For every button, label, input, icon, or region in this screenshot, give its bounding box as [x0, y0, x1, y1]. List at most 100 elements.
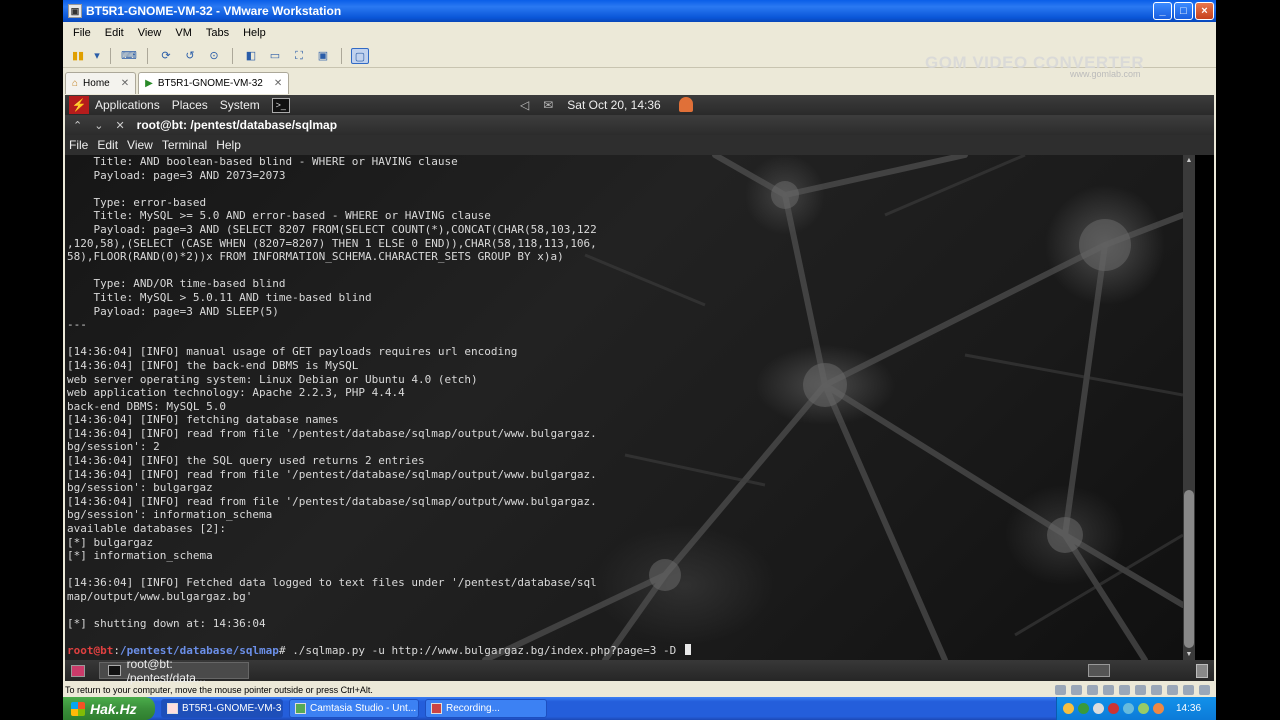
close-icon[interactable]: ✕ [121, 78, 129, 89]
xp-task-recording[interactable]: Recording... [425, 699, 547, 718]
bluetooth-icon[interactable] [1135, 684, 1146, 695]
volume-icon[interactable]: ◁ [520, 98, 529, 112]
prompt-path: /pentest/database/sqlmap [119, 644, 279, 657]
term-menu-terminal[interactable]: Terminal [162, 138, 207, 152]
floppy-icon[interactable] [1087, 684, 1098, 695]
sound-icon[interactable] [1151, 684, 1162, 695]
cdrom-icon[interactable] [1071, 684, 1082, 695]
menu-applications[interactable]: Applications [95, 98, 160, 112]
xp-task-label: Recording... [446, 703, 500, 714]
window-titlebar[interactable]: ▣ BT5R1-GNOME-VM-32 - VMware Workstation… [63, 0, 1216, 22]
printer-icon[interactable] [1167, 684, 1178, 695]
terminal-line: web application technology: Apache 2.2.3… [67, 386, 405, 400]
guest-screen[interactable]: ⚡ Applications Places System >_ ◁ ✉ Sat … [65, 95, 1214, 685]
term-menu-help[interactable]: Help [216, 138, 241, 152]
tray-app-icon[interactable] [1063, 703, 1074, 714]
terminal-launcher-icon[interactable]: >_ [271, 97, 290, 113]
terminal-line: [14:36:04] [INFO] read from file '/pente… [67, 494, 597, 508]
snapshot-manager-icon[interactable]: ⊙ [205, 48, 223, 64]
minimize-button[interactable]: _ [1153, 2, 1172, 20]
tray-app-icon[interactable] [1138, 703, 1149, 714]
menu-view[interactable]: View [138, 27, 162, 39]
menu-file[interactable]: File [73, 27, 91, 39]
term-menu-view[interactable]: View [127, 138, 153, 152]
clock[interactable]: Sat Oct 20, 14:36 [567, 98, 660, 112]
terminal-output[interactable]: Title: AND boolean-based blind - WHERE o… [65, 155, 1183, 660]
network-icon[interactable] [1103, 684, 1114, 695]
terminal-line: bg/session': 2 [67, 440, 160, 454]
console-view-icon[interactable]: ▢ [351, 47, 369, 64]
harddisk-icon[interactable] [1055, 684, 1066, 695]
start-button[interactable]: Hak.Hz [63, 697, 155, 720]
backtrack-logo-icon[interactable]: ⚡ [69, 96, 89, 114]
revert-snapshot-icon[interactable]: ↺ [181, 48, 199, 64]
menu-edit[interactable]: Edit [105, 27, 124, 39]
maximize-button[interactable]: □ [1174, 2, 1193, 20]
terminal-scrollbar[interactable]: ▲ ▼ [1183, 155, 1195, 660]
text-cursor [684, 644, 691, 655]
recording-icon [431, 703, 442, 714]
messages-icon[interactable] [1199, 684, 1210, 695]
unity-icon[interactable]: ▣ [314, 48, 332, 64]
close-button[interactable]: × [1195, 2, 1214, 20]
snapshot-icon[interactable]: ⟳ [157, 48, 175, 64]
terminal-line: Title: AND boolean-based blind - WHERE o… [67, 155, 458, 168]
menu-system[interactable]: System [220, 98, 260, 112]
xp-task-camtasia[interactable]: Camtasia Studio - Unt... [289, 699, 419, 718]
xp-task-vmware[interactable]: BT5R1-GNOME-VM-3... [161, 699, 283, 718]
menu-help[interactable]: Help [243, 27, 266, 39]
tray-app-icon[interactable] [1153, 703, 1164, 714]
menu-places[interactable]: Places [172, 98, 208, 112]
close-icon[interactable]: ✕ [115, 119, 124, 132]
terminal-line: [14:36:04] [INFO] fetching database name… [67, 413, 339, 427]
terminal-icon [108, 665, 121, 676]
tray-app-icon[interactable] [1123, 703, 1134, 714]
trash-icon[interactable] [1196, 663, 1208, 678]
vmware-window: ▣ BT5R1-GNOME-VM-32 - VMware Workstation… [63, 0, 1216, 697]
chevron-down-icon[interactable]: ▾ [93, 48, 101, 64]
tray-clock[interactable]: 14:36 [1176, 703, 1201, 714]
display-icon[interactable] [1183, 684, 1194, 695]
scroll-down-icon[interactable]: ▼ [1185, 651, 1193, 658]
sidebar-toggle-icon[interactable]: ◧ [242, 48, 260, 64]
command-prompt[interactable]: root@bt:/pentest/database/sqlmap# ./sqlm… [67, 644, 691, 657]
prompt-user: root@bt [67, 644, 114, 657]
scroll-up-icon[interactable]: ▲ [1185, 157, 1193, 164]
close-icon[interactable]: ✕ [274, 78, 282, 89]
send-ctrl-alt-del-icon[interactable]: ⌨ [120, 48, 138, 64]
terminal-line: Payload: page=3 AND SLEEP(5) [67, 304, 279, 318]
chevron-down-icon[interactable]: ⌄ [94, 119, 103, 132]
tray-app-icon[interactable] [1078, 703, 1089, 714]
show-desktop-icon[interactable] [71, 664, 85, 677]
toolbar-separator [147, 47, 148, 64]
chevron-up-icon[interactable]: ⌃ [73, 119, 82, 132]
fullscreen-icon[interactable]: ⛶ [290, 48, 308, 64]
tray-app-icon[interactable] [1093, 703, 1104, 714]
pause-icon[interactable]: ▮▮ [69, 48, 87, 64]
menu-vm[interactable]: VM [175, 27, 192, 39]
term-menu-edit[interactable]: Edit [97, 138, 118, 152]
device-icons [1055, 684, 1210, 695]
usb-icon[interactable] [1119, 684, 1130, 695]
workspace-switcher[interactable] [1088, 664, 1110, 677]
vm-icon: ▶ [145, 78, 153, 89]
scrollbar-thumb[interactable] [1184, 490, 1194, 648]
menu-tabs[interactable]: Tabs [206, 27, 229, 39]
taskbar-terminal-item[interactable]: root@bt: /pentest/data... [99, 657, 249, 685]
vmware-icon [167, 703, 178, 714]
tab-vm[interactable]: ▶ BT5R1-GNOME-VM-32 ✕ [138, 72, 290, 94]
tray-app-icon[interactable] [1108, 703, 1119, 714]
term-menu-file[interactable]: File [69, 138, 88, 152]
terminal-line: Type: AND/OR time-based blind [67, 277, 286, 291]
mail-icon[interactable]: ✉ [543, 98, 553, 112]
gnome-top-panel: ⚡ Applications Places System >_ ◁ ✉ Sat … [65, 95, 1214, 115]
tab-home[interactable]: ⌂ Home ✕ [65, 72, 137, 94]
user-switcher-icon[interactable] [679, 97, 693, 112]
watermark-url: www.gomlab.com [1070, 69, 1141, 79]
thumbnail-icon[interactable]: ▭ [266, 48, 284, 64]
terminal-titlebar[interactable]: ⌃ ⌄ ✕ root@bt: /pentest/database/sqlmap [65, 115, 1214, 135]
gnome-tray: ◁ ✉ Sat Oct 20, 14:36 [520, 98, 661, 112]
